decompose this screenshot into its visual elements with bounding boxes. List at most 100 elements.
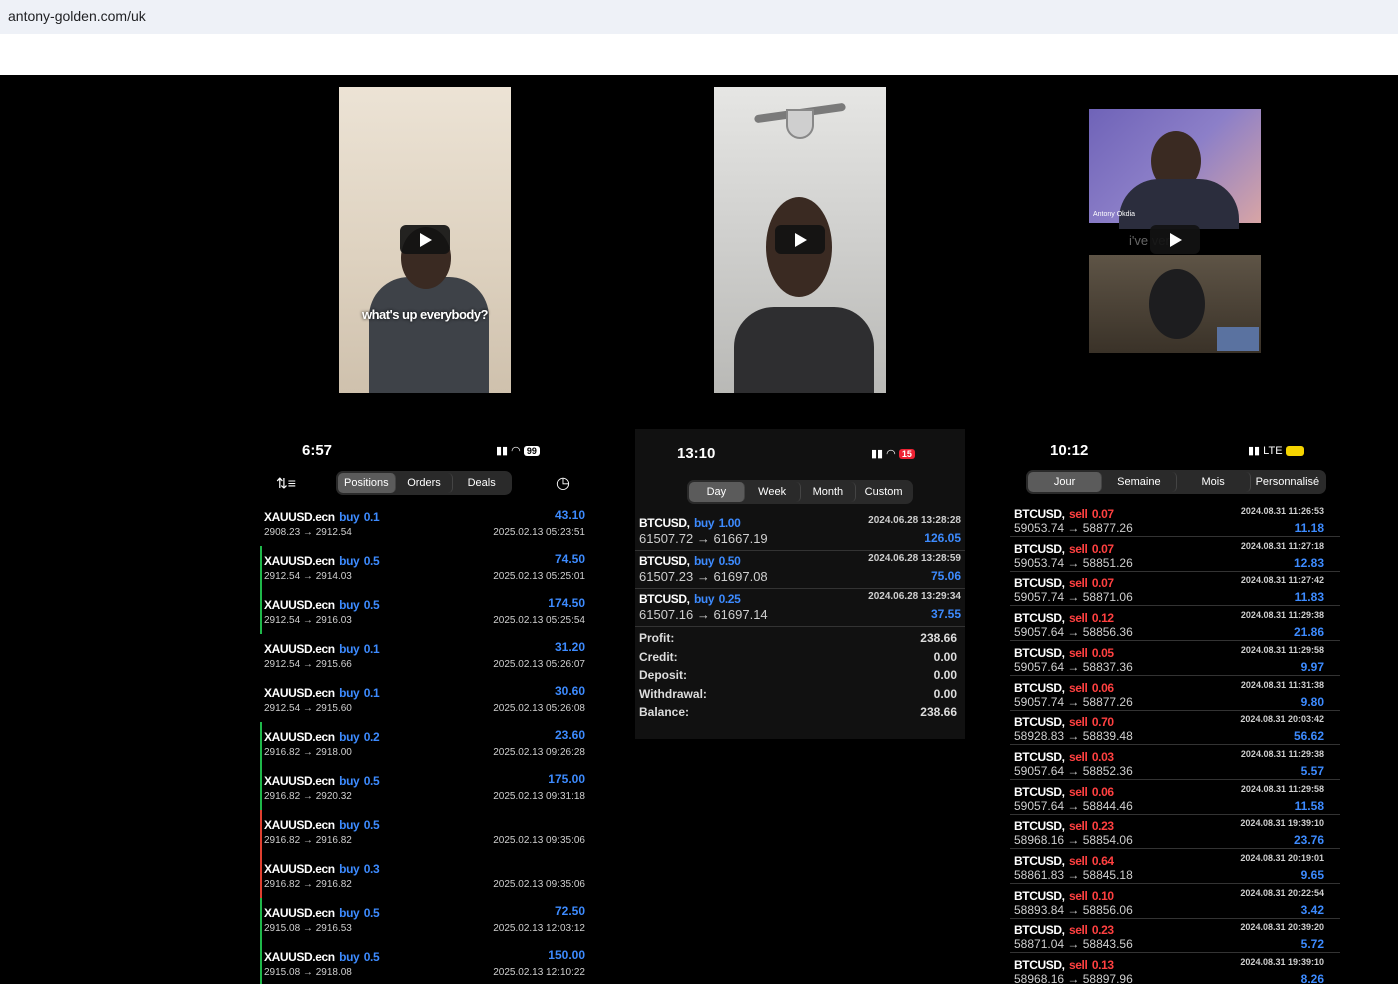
position-header: XAUUSD.ecn buy 0.5 <box>264 904 380 922</box>
timestamp: 2024.08.31 19:39:10 <box>1240 957 1324 968</box>
deal-row[interactable]: BTCUSD, sell 0.23 2024.08.31 19:39:10 5896… <box>1010 815 1340 850</box>
tab-orders[interactable]: Orders <box>396 473 454 493</box>
signal-icon: ▮▮ <box>871 448 884 460</box>
profit: 43.10 <box>554 508 585 522</box>
profit: 9.80 <box>1300 694 1324 709</box>
position-row[interactable]: XAUUSD.ecn buy 0.1 30.60 2912.54 → 2915.60… <box>258 678 588 722</box>
deal-row[interactable]: BTCUSD, sell 0.07 2024.08.31 11:26:53 5905… <box>1010 503 1340 537</box>
tab-day[interactable]: Day <box>689 482 745 502</box>
side: buy <box>694 516 715 530</box>
status-time: 13:10 <box>677 445 716 462</box>
profit: 30.60 <box>554 684 585 698</box>
price-range: 59057.64 → 58852.36 <box>1014 763 1133 778</box>
position-row[interactable]: XAUUSD.ecn buy 0.5 2916.82 → 2916.82 2025.… <box>258 810 588 854</box>
deal-row[interactable]: BTCUSD, sell 0.10 2024.08.31 20:22:54 5889… <box>1010 885 1340 919</box>
volume: 0.5 <box>363 950 380 964</box>
symbol: BTCUSD, <box>1014 611 1065 626</box>
position-row[interactable]: XAUUSD.ecn buy 0.5 150.00 2915.08 → 2918.0… <box>258 942 588 984</box>
deal-row[interactable]: BTCUSD, sell 0.70 2024.08.31 20:03:42 5892… <box>1010 711 1340 746</box>
deal-row[interactable]: BTCUSD, sell 0.12 2024.08.31 11:29:38 5905… <box>1010 607 1340 642</box>
position-row[interactable]: XAUUSD.ecn buy 0.3 2916.82 → 2916.82 2025.… <box>258 854 588 898</box>
summary-label: Credit: <box>639 649 678 664</box>
tab-positions[interactable]: Positions <box>338 473 396 493</box>
profit: 9.65 <box>1300 868 1324 882</box>
url-text[interactable]: antony-golden.com/uk <box>8 8 146 24</box>
deal-row[interactable]: BTCUSD, sell 0.06 2024.08.31 11:31:38 5905… <box>1010 677 1340 711</box>
tab-week[interactable]: Week <box>745 482 801 502</box>
price-range: 2916.82 → 2918.00 <box>264 747 352 758</box>
timestamp: 2024.08.31 11:29:38 <box>1240 610 1324 621</box>
timestamp: 2024.08.31 11:27:42 <box>1240 575 1324 586</box>
symbol: BTCUSD, <box>1014 576 1065 591</box>
tab-switcher: Positions Orders Deals <box>336 471 512 495</box>
side: sell <box>1069 541 1088 556</box>
deal-row[interactable]: BTCUSD, sell 0.05 2024.08.31 11:29:58 5905… <box>1010 642 1340 676</box>
video-testimonial-3[interactable]: Antony Okdia i've ver <box>1089 109 1261 353</box>
tab-custom[interactable]: Custom <box>856 482 911 502</box>
clock-icon[interactable]: ◷ <box>556 473 570 493</box>
price-range: 2916.82 → 2916.82 <box>264 879 352 890</box>
price-range: 59053.74 → 58877.26 <box>1014 521 1133 535</box>
symbol: BTCUSD, <box>1014 715 1065 730</box>
deal-row[interactable]: BTCUSD, sell 0.64 2024.08.31 20:19:01 5886… <box>1010 850 1340 884</box>
symbol: BTCUSD, <box>1014 784 1065 799</box>
position-row[interactable]: XAUUSD.ecn buy 0.5 174.50 2912.54 → 2916.0… <box>258 590 588 634</box>
deal-row[interactable]: BTCUSD, buy 1.00 2024.06.28 13:28:28 61507… <box>635 513 965 551</box>
video-testimonial-1[interactable]: what's up everybody? <box>339 87 511 393</box>
signal-icon: ▮▮ <box>496 445 509 457</box>
sort-icon[interactable]: ⇅≡ <box>276 475 296 492</box>
play-icon[interactable] <box>1150 225 1200 254</box>
tab-deals[interactable]: Deals <box>453 473 510 493</box>
position-row[interactable]: XAUUSD.ecn buy 0.5 175.00 2916.82 → 2920.3… <box>258 766 588 810</box>
deal-row[interactable]: BTCUSD, sell 0.23 2024.08.31 20:39:20 5887… <box>1010 919 1340 954</box>
side: sell <box>1069 854 1088 868</box>
profit: 31.20 <box>554 640 585 654</box>
summary-value: 0.00 <box>933 686 957 701</box>
side: buy <box>339 862 360 876</box>
person-figure <box>734 307 874 393</box>
tab-mois[interactable]: Mois <box>1177 472 1251 492</box>
deal-row[interactable]: BTCUSD, sell 0.13 2024.08.31 19:39:10 5896… <box>1010 954 1340 984</box>
profit: 75.06 <box>930 569 961 583</box>
position-status-bar <box>260 546 262 590</box>
battery-icon: 99 <box>523 446 540 456</box>
tab-semaine[interactable]: Semaine <box>1102 472 1177 492</box>
symbol: BTCUSD, <box>1014 680 1065 695</box>
symbol: BTCUSD, <box>1014 645 1065 660</box>
video-call-bottom <box>1089 255 1261 353</box>
volume: 0.5 <box>363 906 380 920</box>
position-row[interactable]: XAUUSD.ecn buy 0.5 74.50 2912.54 → 2914.03… <box>258 546 588 590</box>
volume: 0.06 <box>1091 784 1114 799</box>
timestamp: 2025.02.13 09:35:06 <box>493 879 585 890</box>
position-row[interactable]: XAUUSD.ecn buy 0.1 43.10 2908.23 → 2912.54… <box>258 502 588 546</box>
deal-row[interactable]: BTCUSD, buy 0.50 2024.06.28 13:28:59 61507… <box>635 551 965 589</box>
volume: 0.12 <box>1091 611 1114 626</box>
profit: 23.60 <box>554 728 585 742</box>
timestamp: 2024.06.28 13:28:59 <box>868 553 961 564</box>
play-icon[interactable] <box>400 225 450 254</box>
deal-row[interactable]: BTCUSD, sell 0.07 2024.08.31 11:27:42 5905… <box>1010 572 1340 607</box>
deal-row[interactable]: BTCUSD, sell 0.03 2024.08.31 11:29:38 5905… <box>1010 746 1340 780</box>
position-row[interactable]: XAUUSD.ecn buy 0.1 31.20 2912.54 → 2915.66… <box>258 634 588 678</box>
tab-month[interactable]: Month <box>801 482 857 502</box>
tab-jour[interactable]: Jour <box>1028 472 1103 492</box>
video-testimonial-2[interactable] <box>714 87 886 393</box>
play-icon[interactable] <box>775 225 825 254</box>
position-row[interactable]: XAUUSD.ecn buy 0.2 23.60 2916.82 → 2918.00… <box>258 722 588 766</box>
address-bar[interactable]: antony-golden.com/uk <box>0 0 1398 34</box>
deal-row[interactable]: BTCUSD, sell 0.06 2024.08.31 11:29:58 5905… <box>1010 781 1340 815</box>
side: buy <box>339 598 360 612</box>
volume: 0.23 <box>1091 923 1114 938</box>
wifi-icon: ◠ <box>511 445 521 457</box>
symbol: XAUUSD.ecn <box>264 906 335 920</box>
deal-row[interactable]: BTCUSD, sell 0.07 2024.08.31 11:27:18 5905… <box>1010 538 1340 572</box>
tab-personnalise[interactable]: Personnalisé <box>1251 472 1324 492</box>
deal-row[interactable]: BTCUSD, buy 0.25 2024.06.28 13:29:34 61507… <box>635 589 965 627</box>
timestamp: 2025.02.13 09:26:28 <box>493 747 585 758</box>
timestamp: 2025.02.13 05:23:51 <box>493 527 585 538</box>
side: sell <box>1069 958 1088 973</box>
wifi-icon: ◠ <box>886 448 896 460</box>
timestamp: 2025.02.13 09:35:06 <box>493 835 585 846</box>
timestamp: 2024.08.31 11:29:38 <box>1240 748 1324 759</box>
position-row[interactable]: XAUUSD.ecn buy 0.5 72.50 2915.08 → 2916.53… <box>258 898 588 942</box>
